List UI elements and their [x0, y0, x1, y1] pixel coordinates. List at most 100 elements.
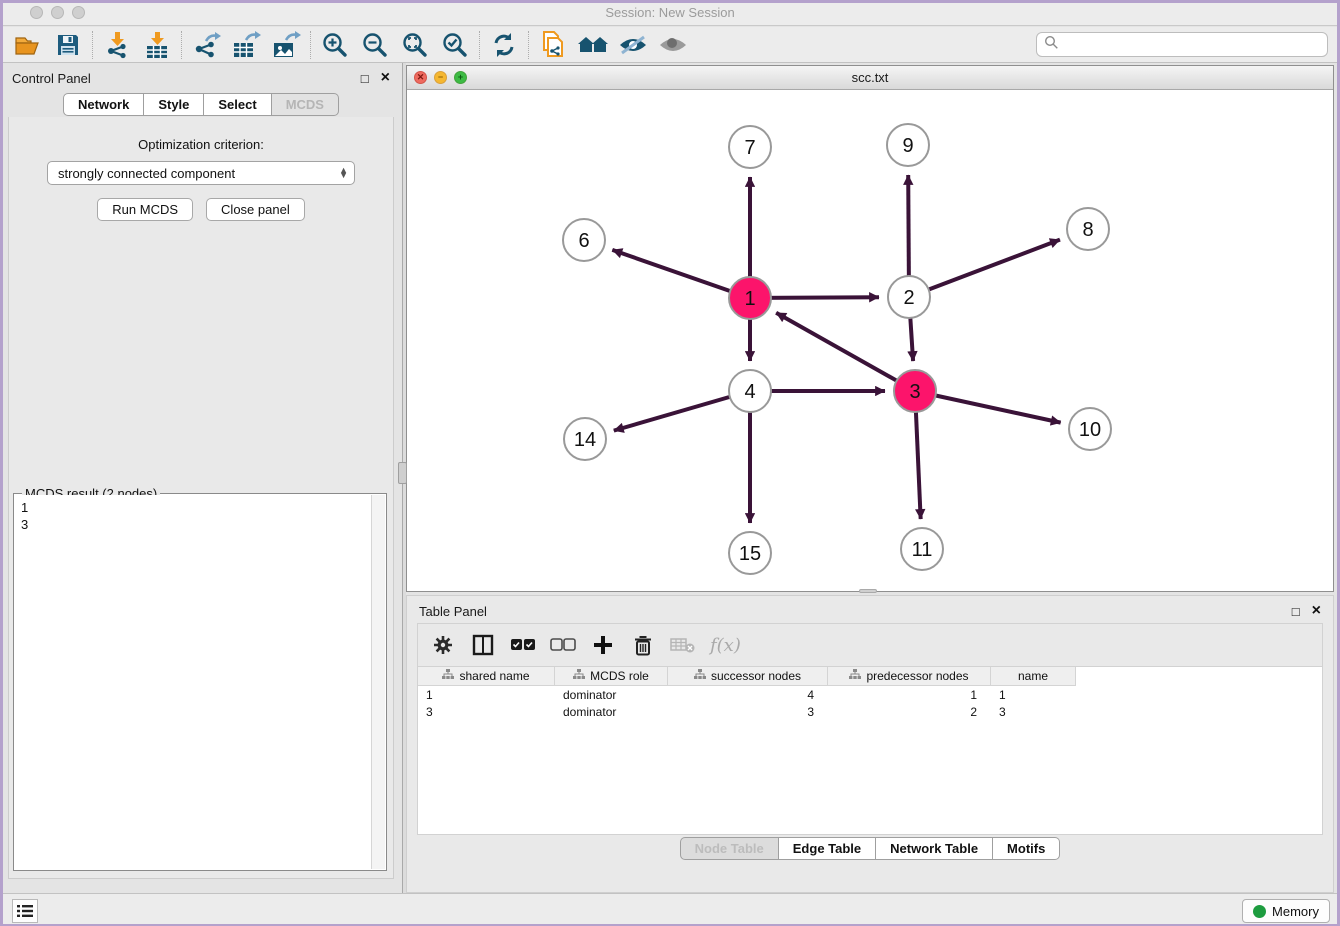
- table-panel: Table Panel □ ×: [406, 595, 1334, 893]
- node-table[interactable]: shared name MCDS role successor nodes prede…: [417, 667, 1323, 835]
- table-cell[interactable]: 1: [418, 686, 555, 703]
- zoom-fit-icon[interactable]: [395, 29, 435, 61]
- table-cell[interactable]: 1: [828, 686, 991, 703]
- close-panel-icon[interactable]: ×: [381, 69, 390, 87]
- close-table-panel-icon[interactable]: ×: [1312, 602, 1321, 620]
- toolbar-separator: [310, 31, 311, 59]
- minimize-view-button[interactable]: −: [434, 71, 447, 84]
- export-network-icon[interactable]: [186, 29, 226, 61]
- table-cell[interactable]: 3: [991, 703, 1076, 720]
- toolbar-separator: [92, 31, 93, 59]
- tab-edge-table[interactable]: Edge Table: [779, 837, 876, 860]
- tab-mcds[interactable]: MCDS: [272, 93, 339, 116]
- table-cell[interactable]: dominator: [555, 686, 668, 703]
- float-panel-icon[interactable]: □: [361, 71, 369, 86]
- import-network-icon[interactable]: [97, 29, 137, 61]
- table-cell[interactable]: dominator: [555, 703, 668, 720]
- tab-network-table[interactable]: Network Table: [876, 837, 993, 860]
- column-header-MCDS-role[interactable]: MCDS role: [555, 667, 668, 686]
- column-header-name[interactable]: name: [991, 667, 1076, 686]
- tab-node-table[interactable]: Node Table: [680, 837, 779, 860]
- graph-edge-3-1[interactable]: [776, 313, 915, 391]
- search-field[interactable]: [1059, 37, 1327, 52]
- memory-button[interactable]: Memory: [1242, 899, 1330, 923]
- open-session-icon[interactable]: [8, 29, 48, 61]
- desktop-edge: [0, 0, 1340, 3]
- control-panel-tabs: Network Style Select MCDS: [0, 93, 402, 116]
- column-label: MCDS role: [590, 669, 649, 683]
- optimization-criterion-label: Optimization criterion:: [9, 137, 393, 152]
- graph-node-label-9: 9: [902, 135, 913, 157]
- table-cell[interactable]: 3: [418, 703, 555, 720]
- import-table-icon[interactable]: [137, 29, 177, 61]
- result-scrollbar[interactable]: [371, 495, 385, 869]
- table-body: 1dominator4113dominator323: [418, 686, 1322, 720]
- mcds-result-item: 3: [21, 516, 365, 533]
- tab-motifs[interactable]: Motifs: [993, 837, 1060, 860]
- copy-network-icon[interactable]: [533, 29, 573, 61]
- table-cell[interactable]: 2: [828, 703, 991, 720]
- show-all-eye-icon[interactable]: [653, 29, 693, 61]
- table-row[interactable]: 3dominator323: [418, 703, 1322, 720]
- search-input[interactable]: [1036, 32, 1328, 57]
- tab-style[interactable]: Style: [144, 93, 204, 116]
- zoom-window-button[interactable]: [72, 6, 85, 19]
- column-header-successor-nodes[interactable]: successor nodes: [668, 667, 828, 686]
- network-window-titlebar[interactable]: ✕ − + scc.txt: [407, 66, 1333, 90]
- view-resize-grabber[interactable]: [859, 589, 877, 593]
- toolbar-separator: [479, 31, 480, 59]
- table-options-gear-icon[interactable]: [430, 632, 456, 658]
- toolbar-separator: [181, 31, 182, 59]
- hide-selected-eye-icon[interactable]: [613, 29, 653, 61]
- zoom-out-icon[interactable]: [355, 29, 395, 61]
- splitter-grabber[interactable]: [398, 462, 407, 484]
- column-label: predecessor nodes: [866, 669, 968, 683]
- export-table-icon[interactable]: [226, 29, 266, 61]
- column-header-predecessor-nodes[interactable]: predecessor nodes: [828, 667, 991, 686]
- table-tabs: Node Table Edge Table Network Table Moti…: [407, 837, 1333, 860]
- delete-column-icon[interactable]: [630, 632, 656, 658]
- network-canvas[interactable]: 7968124314101511: [407, 90, 1333, 591]
- session-title: Session: New Session: [0, 5, 1340, 20]
- run-mcds-button[interactable]: Run MCDS: [97, 198, 193, 221]
- search-icon: [1044, 35, 1059, 55]
- column-type-icon: [573, 669, 585, 683]
- criterion-dropdown[interactable]: strongly connected component ▲▼: [47, 161, 355, 185]
- tab-network[interactable]: Network: [63, 93, 144, 116]
- column-type-icon: [694, 669, 706, 683]
- graph-edge-2-8[interactable]: [909, 240, 1060, 297]
- task-history-button[interactable]: [12, 899, 38, 923]
- graph-node-label-10: 10: [1079, 419, 1101, 441]
- window-controls: [30, 6, 85, 19]
- criterion-value: strongly connected component: [58, 166, 235, 181]
- show-columns-icon[interactable]: [470, 632, 496, 658]
- float-table-panel-icon[interactable]: □: [1292, 604, 1300, 619]
- zoom-view-button[interactable]: +: [454, 71, 467, 84]
- mcds-panel: Optimization criterion: strongly connect…: [8, 117, 394, 879]
- graph-node-label-4: 4: [744, 381, 755, 403]
- close-panel-button[interactable]: Close panel: [206, 198, 305, 221]
- mcds-result-list[interactable]: 1 3: [15, 495, 371, 869]
- zoom-selected-icon[interactable]: [435, 29, 475, 61]
- select-all-rows-icon[interactable]: [510, 632, 536, 658]
- save-session-icon[interactable]: [48, 29, 88, 61]
- close-window-button[interactable]: [30, 6, 43, 19]
- add-column-icon[interactable]: [590, 632, 616, 658]
- zoom-in-icon[interactable]: [315, 29, 355, 61]
- column-header-shared-name[interactable]: shared name: [418, 667, 555, 686]
- function-builder-icon: f(x): [710, 632, 741, 658]
- refresh-icon[interactable]: [484, 29, 524, 61]
- graph-edge-3-10[interactable]: [915, 391, 1061, 423]
- chevron-updown-icon: ▲▼: [339, 168, 348, 178]
- table-cell[interactable]: 1: [991, 686, 1076, 703]
- close-view-button[interactable]: ✕: [414, 71, 427, 84]
- minimize-window-button[interactable]: [51, 6, 64, 19]
- home-networks-icon[interactable]: [573, 29, 613, 61]
- control-panel: Control Panel □ × Network Style Select M…: [0, 63, 402, 893]
- table-row[interactable]: 1dominator411: [418, 686, 1322, 703]
- table-cell[interactable]: 4: [668, 686, 828, 703]
- clear-row-selection-icon[interactable]: [550, 632, 576, 658]
- tab-select[interactable]: Select: [204, 93, 271, 116]
- table-cell[interactable]: 3: [668, 703, 828, 720]
- export-image-icon[interactable]: [266, 29, 306, 61]
